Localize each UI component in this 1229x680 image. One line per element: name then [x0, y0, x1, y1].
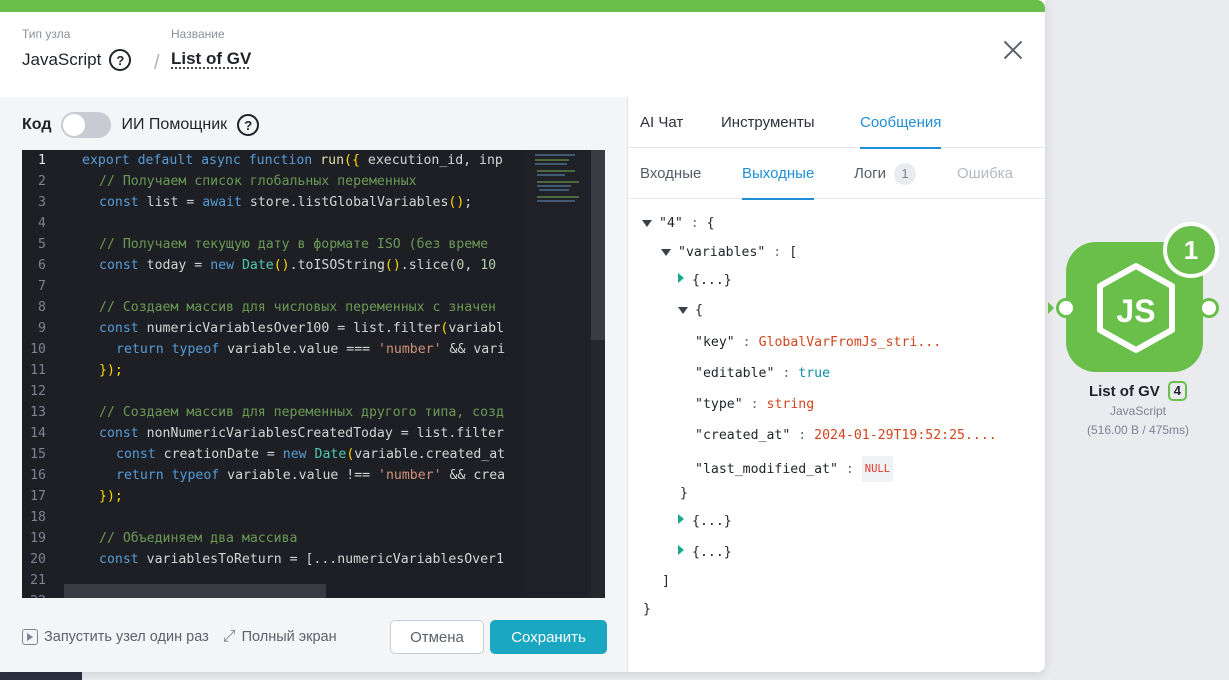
tab-ai-chat[interactable]: AI Чат [640, 97, 683, 148]
json-field-key: "key" : GlobalVarFromJs_stri... [695, 335, 942, 350]
code-line: 4 [38, 216, 46, 231]
caret-down-icon[interactable] [678, 306, 688, 314]
code-line: 6 const today = new Date().toISOString().… [38, 258, 497, 273]
message-subtabs: Входные Выходные Логи 1 Ошибка [628, 148, 1045, 200]
json-close-bracket: ] [662, 574, 670, 589]
json-collapsed-item[interactable]: {...} [678, 542, 732, 564]
node-type-label: Тип узла [22, 27, 71, 41]
code-scrollbar[interactable] [591, 150, 605, 598]
node-run-badge: 1 [1163, 222, 1219, 278]
caret-right-icon[interactable] [678, 273, 684, 283]
toggle-knob [63, 114, 86, 136]
messages-panel: AI Чат Инструменты Сообщения Входные Вых… [627, 97, 1045, 672]
node-type-group: Тип узла JavaScript ? [22, 27, 132, 71]
node-name-value[interactable]: List of GV [171, 49, 251, 69]
json-field-created-at: "created_at" : 2024-01-29T19:52:25.... [695, 428, 997, 443]
json-field-last-modified: "last_modified_at" : NULL [695, 456, 894, 482]
save-button[interactable]: Сохранить [490, 620, 607, 654]
code-line: 1 export default async function run({ exe… [38, 153, 503, 168]
code-line: 16 return typeof variable.value !== 'numb… [30, 468, 506, 483]
output-json-tree: "4" : { "variables" : [ {...} { "key" : … [628, 199, 1045, 672]
subtab-input[interactable]: Входные [640, 148, 701, 199]
run-once-button[interactable]: Запустить узел один раз [22, 629, 209, 645]
json-variables-node[interactable]: "variables" : [ [661, 242, 797, 264]
json-field-editable: "editable" : true [695, 366, 831, 381]
header-separator: / [154, 52, 160, 74]
code-line: 17}); [30, 489, 123, 504]
code-line: 13// Создаем массив для переменных друго… [30, 405, 504, 420]
main-tabs: AI Чат Инструменты Сообщения [628, 97, 1045, 149]
caret-right-icon[interactable] [678, 514, 684, 524]
question-icon[interactable]: ? [237, 114, 260, 136]
tab-tools[interactable]: Инструменты [721, 97, 815, 148]
code-line: 18 [30, 510, 46, 525]
code-line: 12 [30, 384, 46, 399]
json-root-node[interactable]: "4" : { [642, 213, 715, 235]
node-stats: (516.00 B / 475ms) [1086, 423, 1190, 437]
close-icon[interactable] [1001, 38, 1025, 62]
json-collapsed-item[interactable]: {...} [678, 511, 732, 533]
scroll-thumb[interactable] [591, 150, 605, 340]
modal-top-accent [0, 0, 1045, 12]
fullscreen-label: Полный экран [241, 629, 337, 645]
node-type-caption: JavaScript [1109, 404, 1167, 418]
play-icon [22, 629, 38, 645]
logs-count-badge: 1 [894, 162, 917, 185]
code-label: Код [22, 116, 52, 133]
node-editor-modal: Тип узла JavaScript ? / Название List of… [0, 0, 1045, 672]
input-arrow-icon [1048, 302, 1054, 314]
node-title: List of GV 4 [1063, 381, 1213, 401]
expand-icon: ⤢ [222, 628, 236, 645]
code-line: 3 const list = await store.listGlobalVari… [38, 195, 473, 210]
node-name-group: Название List of GV [171, 27, 251, 69]
fullscreen-button[interactable]: ⤢ Полный экран [223, 628, 337, 646]
json-close-brace: } [680, 486, 688, 501]
code-line: 9 const numericVariablesOver100 = list.fi… [38, 321, 504, 336]
caret-right-icon[interactable] [678, 545, 684, 555]
code-line: 11}); [30, 363, 123, 378]
code-toolbar: Код ИИ Помощник ? [22, 111, 260, 139]
code-line: 8// Создаем массив для числовых переменн… [38, 300, 496, 315]
code-line: 14 const nonNumericVariablesCreatedToday … [30, 426, 504, 441]
ai-assistant-label: ИИ Помощник [121, 116, 228, 133]
modal-header: Тип узла JavaScript ? / Название List of… [0, 12, 1045, 97]
cancel-button[interactable]: Отмена [390, 620, 484, 654]
subtab-output[interactable]: Выходные [742, 148, 815, 200]
code-line: 20 const variablesToReturn = [...numericV… [30, 552, 504, 567]
json-close-root: } [643, 602, 651, 617]
code-line: 7 [38, 279, 46, 294]
question-icon[interactable]: ? [109, 49, 132, 71]
nodejs-icon: JS [1097, 263, 1175, 353]
node-item-count: 4 [1167, 381, 1188, 401]
code-line: 10 return typeof variable.value === 'numb… [30, 342, 506, 357]
code-footer: Запустить узел один раз ⤢ Полный экран О… [22, 620, 612, 654]
code-fade-line [64, 584, 326, 598]
run-once-label: Запустить узел один раз [44, 629, 209, 645]
code-editor[interactable]: 1 export default async function run({ exe… [22, 150, 605, 598]
code-line: 2// Получаем список глобальных переменны… [38, 174, 417, 189]
svg-text:JS: JS [1116, 293, 1155, 329]
node-type-value: JavaScript [22, 50, 102, 69]
caret-down-icon[interactable] [661, 248, 671, 256]
input-connector[interactable] [1056, 298, 1076, 318]
output-connector[interactable] [1199, 298, 1219, 318]
subtab-logs[interactable]: Логи 1 [854, 148, 917, 199]
code-panel: Код ИИ Помощник ? 1 export default async … [0, 97, 627, 672]
code-line: 19// Объединяем два массива [30, 531, 298, 546]
json-field-type: "type" : string [695, 397, 815, 412]
node-name-label: Название [171, 27, 225, 41]
ai-assistant-toggle[interactable] [61, 112, 112, 138]
code-line: 5// Получаем текущую дату в формате ISO … [38, 237, 489, 252]
code-line: 15 const creationDate = new Date(variable… [30, 447, 506, 462]
json-collapsed-item[interactable]: {...} [678, 270, 732, 292]
subtab-error: Ошибка [957, 165, 1013, 182]
tab-messages[interactable]: Сообщения [860, 97, 942, 149]
caret-down-icon[interactable] [642, 219, 652, 227]
json-expanded-item[interactable]: { [678, 300, 703, 322]
